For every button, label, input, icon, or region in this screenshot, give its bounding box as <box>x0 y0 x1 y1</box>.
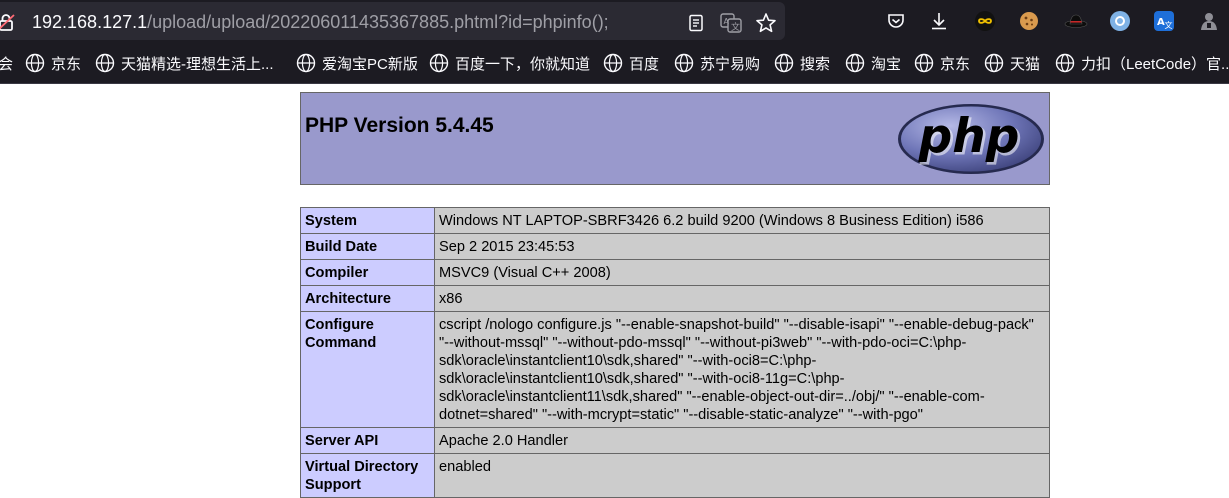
pocket-icon[interactable] <box>884 9 908 33</box>
bookmark-item[interactable]: 爱淘宝PC新版 <box>296 53 418 73</box>
puzzle-extensions-icon[interactable] <box>1197 9 1221 33</box>
translate-icon[interactable]: 文A <box>719 11 743 35</box>
svg-text:文: 文 <box>1165 20 1173 30</box>
url-path: /upload/upload/202206011435367885.phtml?… <box>147 12 609 32</box>
bookmark-label: 京东 <box>51 55 82 73</box>
globe-icon <box>296 53 316 73</box>
bookmark-label: 天猫 <box>1010 55 1041 73</box>
url-host: 192.168.127.1 <box>32 12 148 32</box>
row-label: Configure Command <box>300 311 435 428</box>
bookmark-item[interactable]: 京东 <box>914 53 970 73</box>
row-value: MSVC9 (Visual C++ 2008) <box>434 259 1050 286</box>
address-bar[interactable]: 192.168.127.1/upload/upload/202206011435… <box>0 2 785 40</box>
cookie-extension-icon[interactable] <box>1017 9 1041 33</box>
insecure-lock-icon[interactable] <box>0 12 16 32</box>
bookmark-item[interactable]: 天猫精选-理想生活上... <box>95 53 274 73</box>
row-value: enabled <box>434 453 1050 498</box>
page-content: PHP Version 5.4.45 php php System Window… <box>0 84 1229 498</box>
url-text[interactable]: 192.168.127.1/upload/upload/202206011435… <box>32 11 609 33</box>
phpinfo-table: System Windows NT LAPTOP-SBRF3426 6.2 bu… <box>300 207 1050 498</box>
download-icon[interactable] <box>927 9 951 33</box>
bookmark-label: 会 <box>0 55 14 73</box>
globe-icon <box>914 53 934 73</box>
globe-icon <box>1055 53 1075 73</box>
translate-extension-icon[interactable]: A文 <box>1152 9 1176 33</box>
globe-icon <box>603 53 623 73</box>
bookmark-item[interactable]: 百度 <box>603 53 659 73</box>
php-logo-text: php <box>918 109 1020 164</box>
svg-text:文: 文 <box>731 21 740 33</box>
table-row: Server API Apache 2.0 Handler <box>300 427 1050 454</box>
row-value: cscript /nologo configure.js "--enable-s… <box>434 311 1050 428</box>
bookmark-item[interactable]: 搜索 <box>774 53 830 73</box>
table-row: Compiler MSVC9 (Visual C++ 2008) <box>300 259 1050 286</box>
bookmarks-toolbar: 会 京东 天猫精选-理想生活上... 爱淘宝PC新版 百度一下，你就知道 百度 … <box>0 44 1229 84</box>
bookmark-item[interactable]: 天猫 <box>984 53 1040 73</box>
row-label: Compiler <box>300 259 435 286</box>
page-title: PHP Version 5.4.45 <box>305 114 494 137</box>
row-value: Windows NT LAPTOP-SBRF3426 6.2 build 920… <box>434 207 1050 234</box>
globe-icon <box>774 53 794 73</box>
bookmark-item[interactable]: 百度一下，你就知道 <box>429 53 590 73</box>
globe-icon <box>95 53 115 73</box>
bookmark-label: 百度 <box>629 55 660 73</box>
bookmark-item[interactable]: 会 <box>0 53 13 73</box>
row-value: Sep 2 2015 23:45:53 <box>434 233 1050 260</box>
browser-toolbar: 192.168.127.1/upload/upload/202206011435… <box>0 0 1229 44</box>
globe-icon <box>674 53 694 73</box>
bookmark-label: 爱淘宝PC新版 <box>322 55 418 73</box>
row-label: Architecture <box>300 285 435 312</box>
table-row: Configure Command cscript /nologo config… <box>300 311 1050 428</box>
table-row: Build Date Sep 2 2015 23:45:53 <box>300 233 1050 260</box>
bookmark-label: 力扣（LeetCode）官... <box>1081 55 1229 73</box>
bookmark-star-icon[interactable] <box>754 11 778 35</box>
phpinfo-header: PHP Version 5.4.45 php php <box>300 92 1050 185</box>
bookmark-item[interactable]: 京东 <box>25 53 81 73</box>
row-label: Virtual Directory Support <box>300 453 435 498</box>
globe-icon <box>845 53 865 73</box>
bookmark-item[interactable]: 力扣（LeetCode）官... <box>1055 53 1229 73</box>
globe-icon <box>984 53 1004 73</box>
globe-icon <box>429 53 449 73</box>
ring-extension-icon[interactable] <box>1108 9 1132 33</box>
bookmark-item[interactable]: 淘宝 <box>845 53 901 73</box>
globe-icon <box>25 53 45 73</box>
svg-text:A: A <box>724 17 730 26</box>
table-row: Virtual Directory Support enabled <box>300 453 1050 498</box>
bookmark-label: 天猫精选-理想生活上... <box>121 55 274 73</box>
row-label: Build Date <box>300 233 435 260</box>
row-value: Apache 2.0 Handler <box>434 427 1050 454</box>
bookmark-label: 淘宝 <box>871 55 902 73</box>
reader-view-icon[interactable] <box>684 11 708 35</box>
row-label: System <box>300 207 435 234</box>
bookmark-label: 苏宁易购 <box>700 55 761 73</box>
bookmark-item[interactable]: 苏宁易购 <box>674 53 760 73</box>
table-row: System Windows NT LAPTOP-SBRF3426 6.2 bu… <box>300 207 1050 234</box>
row-label: Server API <box>300 427 435 454</box>
row-value: x86 <box>434 285 1050 312</box>
bookmark-label: 搜索 <box>800 55 831 73</box>
php-logo: php php <box>898 104 1044 174</box>
infinity-extension-icon[interactable] <box>973 9 997 33</box>
bookmark-label: 百度一下，你就知道 <box>455 55 591 73</box>
bookmark-label: 京东 <box>940 55 971 73</box>
hat-extension-icon[interactable] <box>1064 9 1088 33</box>
table-row: Architecture x86 <box>300 285 1050 312</box>
